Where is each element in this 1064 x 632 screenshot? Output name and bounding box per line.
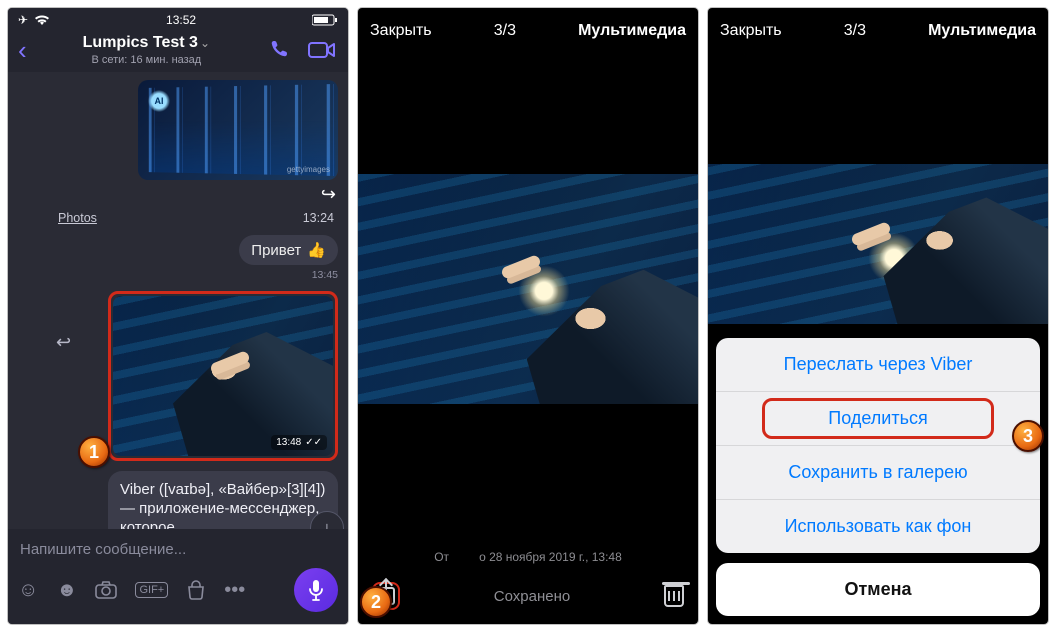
status-time: 13:52	[166, 13, 196, 27]
trash-icon[interactable]	[664, 585, 684, 607]
forward-arrow-icon[interactable]: ↩	[56, 332, 71, 353]
image-attachment-preview[interactable]: AI gettyimages	[138, 80, 338, 180]
sheet-cancel[interactable]: Отмена	[716, 563, 1040, 616]
camera-icon[interactable]	[95, 581, 117, 599]
message-text: Привет	[251, 242, 301, 259]
message-input[interactable]: Напишите сообщение...	[18, 541, 338, 558]
photos-link[interactable]: Photos	[58, 211, 97, 225]
saved-label: Сохранено	[494, 588, 570, 605]
sticker-smiley-icon[interactable]: ☺	[18, 579, 38, 602]
message-bubble-long[interactable]: Viber ([vaɪbə], «Вайбер»[3][4]) — прилож…	[108, 471, 338, 529]
highlight-ring	[762, 398, 994, 439]
viewer-heading: Мультимедиа	[578, 22, 686, 40]
sheet-share[interactable]: Поделиться	[716, 391, 1040, 445]
presence-text: В сети: 16 мин. назад	[35, 54, 258, 66]
sheet-save-gallery[interactable]: Сохранить в галерею	[716, 445, 1040, 499]
close-button[interactable]: Закрыть	[370, 22, 432, 40]
media-viewer-screen: Закрыть 3/3 Мультимедиа От о 28 ноября 2…	[358, 8, 698, 624]
viber-chat-screen: ✈ 13:52 ‹ Lumpics Test 3⌄ В сети: 16 мин…	[8, 8, 348, 624]
video-icon[interactable]	[302, 40, 342, 60]
viewer-caption: От о 28 ноября 2019 г., 13:48	[358, 550, 698, 572]
sheet-forward-viber[interactable]: Переслать через Viber	[716, 338, 1040, 391]
more-icon[interactable]: •••	[224, 579, 245, 602]
image-watermark: gettyimages	[287, 165, 330, 174]
media-counter: 3/3	[494, 22, 516, 40]
image-time: 13:48	[276, 437, 301, 448]
ai-badge-icon: AI	[146, 88, 172, 114]
message-bubble[interactable]: Привет 👍	[239, 235, 338, 265]
chat-header: ‹ Lumpics Test 3⌄ В сети: 16 мин. назад	[8, 32, 348, 72]
chat-title[interactable]: Lumpics Test 3	[83, 34, 198, 51]
long-message-text: Viber ([vaɪbə], «Вайбер»[3][4]) — прилож…	[120, 481, 325, 529]
message-time: 13:45	[18, 265, 338, 281]
media-viewer-with-actionsheet: Закрыть 3/3 Мультимедиа Переслать через …	[708, 8, 1048, 624]
phone-icon[interactable]	[262, 38, 298, 62]
viewer-heading: Мультимедиа	[928, 22, 1036, 40]
close-button[interactable]: Закрыть	[720, 22, 782, 40]
gif-icon[interactable]: GIF+	[135, 582, 168, 598]
battery-icon	[312, 14, 338, 26]
status-bar: ✈ 13:52	[8, 8, 348, 32]
chevron-down-icon[interactable]: ⌄	[200, 36, 210, 50]
airplane-mode-icon: ✈	[18, 13, 28, 27]
step-marker: 2	[360, 586, 392, 618]
attachment-time: 13:24	[303, 211, 334, 225]
forward-icon[interactable]: ↪	[18, 184, 336, 205]
thumbs-up-icon: 👍	[307, 241, 326, 259]
step-marker: 3	[1012, 420, 1044, 452]
mic-button[interactable]	[294, 568, 338, 612]
viewer-image[interactable]	[358, 174, 698, 404]
composer: Напишите сообщение... ☺ ☻ GIF+ •••	[8, 529, 348, 624]
chat-body: AI gettyimages ↪ Photos 13:24 Привет 👍 1…	[8, 72, 348, 529]
shop-icon[interactable]	[186, 580, 206, 600]
wifi-icon	[34, 14, 50, 26]
action-sheet: Переслать через Viber Поделиться Сохрани…	[716, 338, 1040, 616]
highlight-ring: 13:48 ✓✓	[108, 291, 338, 461]
step-marker: 1	[78, 436, 110, 468]
media-counter: 3/3	[844, 22, 866, 40]
sheet-set-wallpaper[interactable]: Использовать как фон	[716, 499, 1040, 553]
image-message[interactable]: 13:48 ✓✓	[113, 296, 333, 456]
viewer-image	[708, 164, 1048, 324]
emoji-icon[interactable]: ☻	[56, 579, 77, 602]
back-icon[interactable]: ‹	[14, 35, 31, 66]
delivered-icon: ✓✓	[305, 437, 322, 448]
